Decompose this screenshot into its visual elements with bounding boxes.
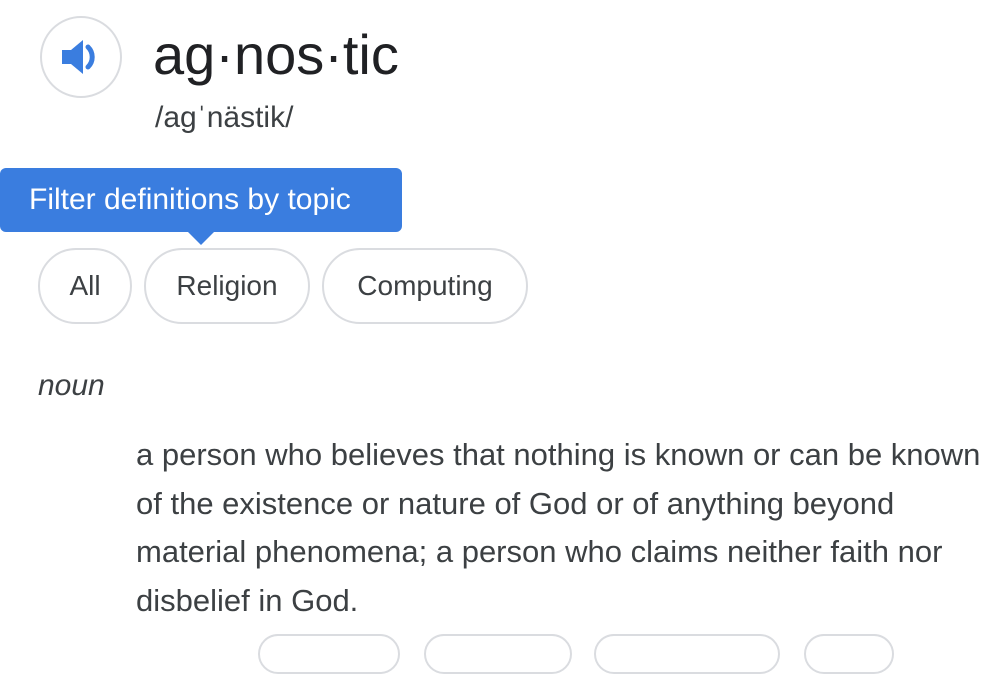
pronunciation-audio-button[interactable] bbox=[40, 16, 122, 98]
headword: ag·nos·tic bbox=[153, 23, 399, 86]
related-chip[interactable] bbox=[424, 634, 572, 674]
filter-tooltip: Filter definitions by topic bbox=[0, 168, 402, 232]
tooltip-arrow bbox=[188, 232, 214, 245]
part-of-speech: noun bbox=[38, 369, 105, 402]
speaker-icon bbox=[62, 40, 95, 74]
topic-chip-religion[interactable]: Religion bbox=[144, 248, 310, 324]
topic-chip-row: All Religion Computing bbox=[38, 248, 528, 324]
related-chip[interactable] bbox=[594, 634, 780, 674]
related-chip[interactable] bbox=[258, 634, 400, 674]
topic-chip-computing[interactable]: Computing bbox=[322, 248, 528, 324]
topic-chip-all[interactable]: All bbox=[38, 248, 132, 324]
phonetic-spelling: /agˈnästik/ bbox=[155, 101, 294, 134]
definition-text: a person who believes that nothing is kn… bbox=[136, 437, 981, 618]
related-chip[interactable] bbox=[804, 634, 894, 674]
